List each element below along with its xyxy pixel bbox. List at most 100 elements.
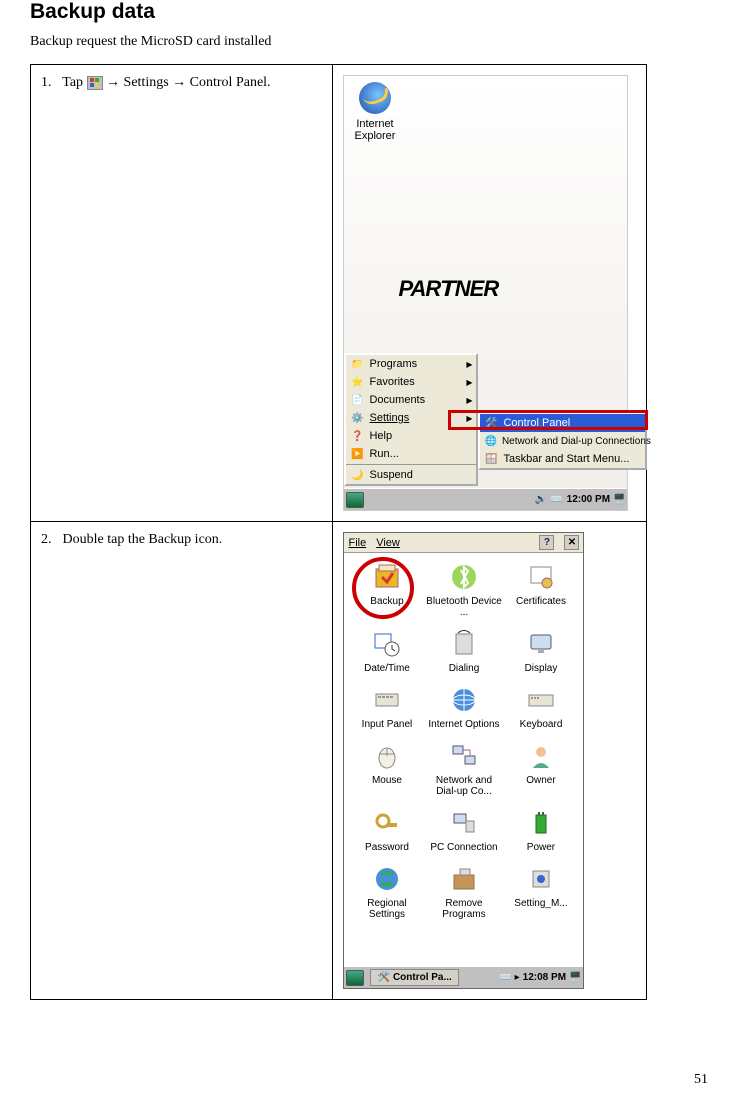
step-2: 2. Double tap the Backup icon. xyxy=(41,532,322,548)
cp-power[interactable]: Power xyxy=(502,807,579,853)
cp-label: Regional Settings xyxy=(348,898,425,920)
cp-bluetooth[interactable]: Bluetooth Device ... xyxy=(425,561,502,618)
menu-favorites[interactable]: ⭐ Favorites ▶ xyxy=(346,373,476,391)
taskbar-control-panel[interactable]: 🛠️ Control Pa... xyxy=(370,969,458,986)
cp-mouse[interactable]: Mouse xyxy=(348,740,425,797)
folder-icon: 📁 xyxy=(350,357,364,371)
cp-setting-m[interactable]: Setting_M... xyxy=(502,863,579,920)
menu-label: Documents xyxy=(369,394,425,406)
submenu-arrow-icon: ▶ xyxy=(466,414,472,423)
cp-password[interactable]: Password xyxy=(348,807,425,853)
cp-label: Backup xyxy=(370,596,403,607)
menu-label: Suspend xyxy=(369,469,412,481)
submenu-control-panel[interactable]: 🛠️ Control Panel xyxy=(480,414,645,432)
page-subtitle: Backup request the MicroSD card installe… xyxy=(30,34,706,50)
step-1: 1. Tap → Settings → Control Panel. xyxy=(41,75,322,91)
cp-label: Password xyxy=(365,842,409,853)
tray-icon: ⌨️ xyxy=(499,972,511,983)
close-button[interactable]: ✕ xyxy=(564,535,579,550)
remove-programs-icon xyxy=(448,863,480,895)
cp-label: Owner xyxy=(526,775,555,786)
power-icon xyxy=(525,807,557,839)
menu-documents[interactable]: 📄 Documents ▶ xyxy=(346,391,476,409)
clock: 12:08 PM xyxy=(523,972,566,983)
menu-settings[interactable]: ⚙️ Settings ▶ xyxy=(346,409,476,427)
tray-arrow-icon[interactable]: ▸ xyxy=(515,972,520,983)
cp-label: Certificates xyxy=(516,596,566,607)
cp-label: Mouse xyxy=(372,775,402,786)
cp-label: Network and Dial-up Co... xyxy=(425,775,502,797)
cp-network[interactable]: Network and Dial-up Co... xyxy=(425,740,502,797)
taskbar[interactable]: 🛠️ Control Pa... ⌨️ ▸ 12:08 PM 🖥️ xyxy=(344,966,583,988)
menu-file[interactable]: File xyxy=(348,537,366,549)
page-title: Backup data xyxy=(30,0,706,24)
password-icon xyxy=(371,807,403,839)
cp-label: Internet Options xyxy=(428,719,499,730)
cp-keyboard[interactable]: Keyboard xyxy=(502,684,579,730)
owner-icon xyxy=(525,740,557,772)
cp-dialing[interactable]: Dialing xyxy=(425,628,502,674)
cp-label: Setting_M... xyxy=(514,898,567,909)
cp-remove-programs[interactable]: Remove Programs xyxy=(425,863,502,920)
cp-label: PC Connection xyxy=(430,842,497,853)
internet-explorer-shortcut[interactable]: Internet Explorer xyxy=(354,82,395,142)
taskbar[interactable]: 🔊 ⌨️ 12:00 PM 🖥️ xyxy=(344,488,627,510)
cp-label: Remove Programs xyxy=(425,898,502,920)
step-number: 1. xyxy=(41,75,59,91)
backup-icon xyxy=(371,561,403,593)
tray-icon: ⌨️ xyxy=(550,494,562,505)
settings-submenu: 🛠️ Control Panel 🌐 Network and Dial-up C… xyxy=(478,412,647,470)
cp-label: Dialing xyxy=(449,663,480,674)
dialing-icon xyxy=(448,628,480,660)
cp-datetime[interactable]: Date/Time xyxy=(348,628,425,674)
cp-label: Input Panel xyxy=(362,719,413,730)
partner-logo: PARTNER xyxy=(398,276,498,302)
menu-programs[interactable]: 📁 Programs ▶ xyxy=(346,355,476,373)
suspend-icon: 🌙 xyxy=(350,468,364,482)
menu-divider xyxy=(346,464,476,465)
internet-options-icon xyxy=(448,684,480,716)
cp-label: Display xyxy=(525,663,558,674)
start-button[interactable] xyxy=(346,492,364,508)
cp-display[interactable]: Display xyxy=(502,628,579,674)
star-icon: ⭐ xyxy=(350,375,364,389)
tray-icon: 🔊 xyxy=(535,494,547,505)
submenu-arrow-icon: ▶ xyxy=(466,378,472,387)
regional-icon xyxy=(371,863,403,895)
datetime-icon xyxy=(371,628,403,660)
cp-label: Power xyxy=(527,842,555,853)
certificates-icon xyxy=(525,561,557,593)
ie-label: Internet Explorer xyxy=(354,118,395,142)
control-panel-icon: 🛠️ xyxy=(377,972,389,983)
cp-pc-connection[interactable]: PC Connection xyxy=(425,807,502,853)
submenu-network[interactable]: 🌐 Network and Dial-up Connections xyxy=(480,432,645,450)
show-desktop-icon[interactable]: 🖥️ xyxy=(613,494,625,505)
help-button[interactable]: ? xyxy=(539,535,554,550)
menu-label: Favorites xyxy=(369,376,414,388)
pc-connection-icon xyxy=(448,807,480,839)
start-button[interactable] xyxy=(346,970,364,986)
cp-internet-options[interactable]: Internet Options xyxy=(425,684,502,730)
start-menu: 📁 Programs ▶ ⭐ Favorites ▶ 📄 Documents ▶ xyxy=(344,353,478,486)
cp-certificates[interactable]: Certificates xyxy=(502,561,579,618)
submenu-arrow-icon: ▶ xyxy=(466,396,472,405)
cp-label: Bluetooth Device ... xyxy=(425,596,502,618)
cp-owner[interactable]: Owner xyxy=(502,740,579,797)
menu-view[interactable]: View xyxy=(376,537,400,549)
cp-input-panel[interactable]: Input Panel xyxy=(348,684,425,730)
start-button-icon xyxy=(87,76,103,90)
mouse-icon xyxy=(371,740,403,772)
instruction-table: 1. Tap → Settings → Control Panel. Inter… xyxy=(30,64,647,1000)
menu-run[interactable]: ▶️ Run... xyxy=(346,445,476,463)
submenu-taskbar[interactable]: 🪟 Taskbar and Start Menu... xyxy=(480,450,645,468)
show-desktop-icon[interactable]: 🖥️ xyxy=(569,972,581,983)
menu-label: Help xyxy=(369,430,392,442)
cp-backup[interactable]: Backup xyxy=(348,561,425,618)
control-panel-grid: Backup Bluetooth Device ... Certificates… xyxy=(344,553,583,928)
cp-regional[interactable]: Regional Settings xyxy=(348,863,425,920)
submenu-label: Control Panel xyxy=(503,417,570,429)
clock: 12:00 PM xyxy=(567,494,610,505)
menu-help[interactable]: ❓ Help xyxy=(346,427,476,445)
menu-suspend[interactable]: 🌙 Suspend xyxy=(346,466,476,484)
step-number: 2. xyxy=(41,532,59,548)
